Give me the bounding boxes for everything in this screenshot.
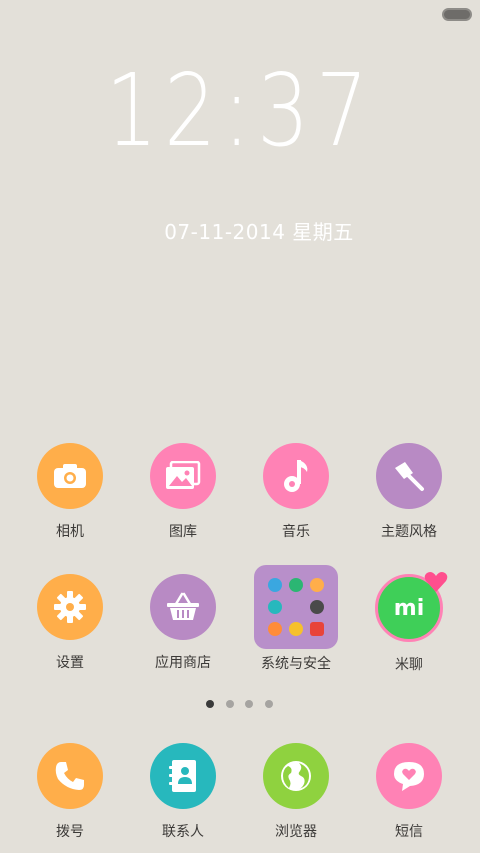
gear-icon	[37, 574, 103, 640]
cloud-icon	[268, 578, 282, 592]
app-label: 短信	[395, 824, 423, 840]
folder-icon	[254, 565, 338, 649]
music-note-icon	[263, 443, 329, 509]
bunny-icon	[289, 600, 303, 614]
scan-icon	[268, 600, 282, 614]
dock-messages[interactable]: 短信	[354, 743, 464, 841]
battery-icon	[442, 8, 472, 21]
app-gallery[interactable]: 图库	[128, 443, 238, 541]
globe-icon	[263, 743, 329, 809]
page-dot[interactable]	[265, 700, 273, 708]
app-store[interactable]: 应用商店	[128, 574, 238, 672]
phone-icon	[37, 743, 103, 809]
app-label: 图库	[169, 524, 197, 540]
app-label: 相机	[56, 524, 84, 540]
play-icon	[310, 578, 324, 592]
app-label: 应用商店	[155, 655, 211, 671]
film-icon	[310, 600, 324, 614]
page-dot-active[interactable]	[206, 700, 214, 708]
heart-icon	[424, 572, 448, 592]
chrome-icon	[289, 622, 303, 636]
dock-contacts[interactable]: 联系人	[128, 743, 238, 841]
message-heart-icon	[376, 743, 442, 809]
camera-icon	[37, 443, 103, 509]
basket-icon	[150, 574, 216, 640]
app-label: 音乐	[282, 524, 310, 540]
folder-label: 系统与安全	[261, 656, 331, 672]
shield-icon	[289, 578, 303, 592]
folder-system-security[interactable]: 系统与安全	[241, 565, 351, 673]
lock-clock: 12:37	[105, 52, 375, 169]
page-dot[interactable]	[245, 700, 253, 708]
page-dot[interactable]	[226, 700, 234, 708]
app-label: 联系人	[162, 824, 204, 840]
paint-brush-icon	[376, 443, 442, 509]
wps-icon	[310, 622, 324, 636]
app-label: 浏览器	[275, 824, 317, 840]
dock-dialer[interactable]: 拨号	[15, 743, 125, 841]
smile-icon	[268, 622, 282, 636]
app-mitalk[interactable]: mi 米聊	[354, 572, 464, 674]
gallery-icon	[150, 443, 216, 509]
app-label: 拨号	[56, 824, 84, 840]
app-label: 米聊	[395, 657, 423, 673]
app-label: 设置	[56, 655, 84, 671]
app-camera[interactable]: 相机	[15, 443, 125, 541]
app-music[interactable]: 音乐	[241, 443, 351, 541]
lock-date: 07-11-2014 星期五	[164, 220, 354, 244]
app-label: 主题风格	[381, 524, 437, 540]
dock-browser[interactable]: 浏览器	[241, 743, 351, 841]
app-themes[interactable]: 主题风格	[354, 443, 464, 541]
mitalk-icon: mi	[375, 572, 448, 642]
app-settings[interactable]: 设置	[15, 574, 125, 672]
contacts-book-icon	[150, 743, 216, 809]
